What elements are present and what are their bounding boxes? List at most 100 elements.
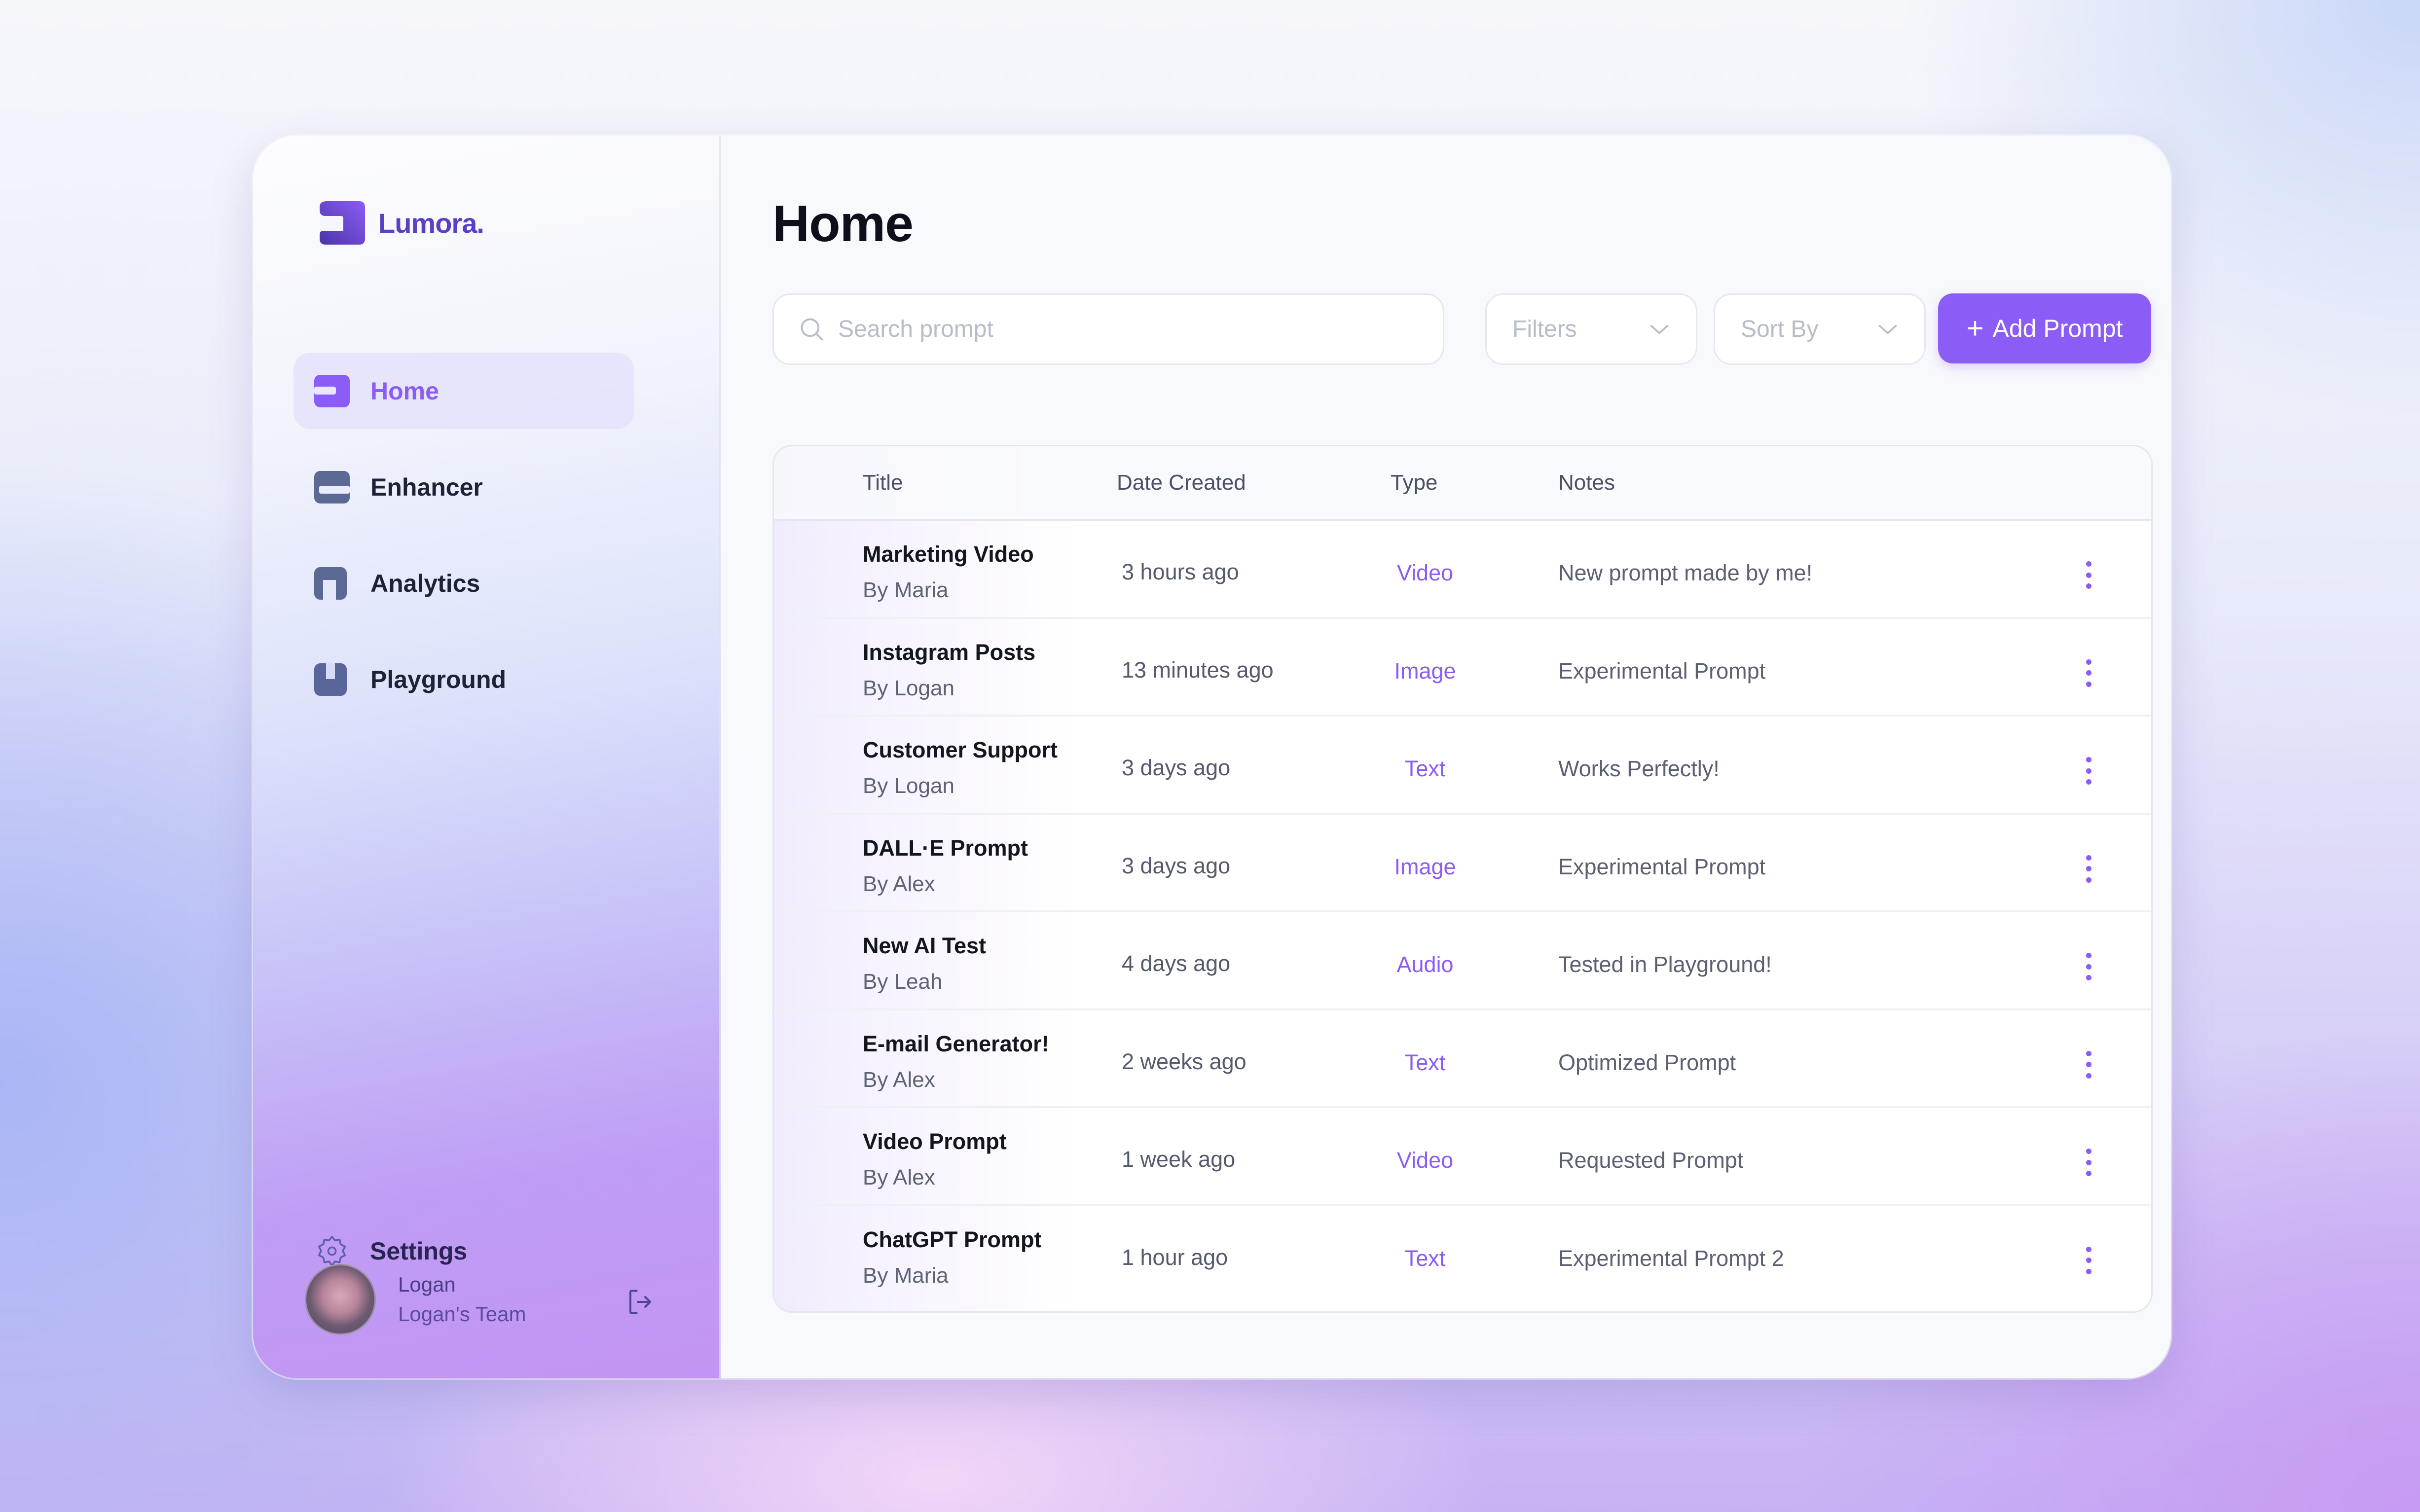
chevron-down-icon <box>1650 324 1669 334</box>
prompt-type: Video <box>1396 560 1454 585</box>
sort-dropdown[interactable]: Sort By <box>1714 293 1926 365</box>
prompt-notes: Experimental Prompt <box>1558 658 1766 684</box>
page-title: Home <box>772 195 914 252</box>
prompt-type: Text <box>1404 756 1446 781</box>
sidebar: Lumora. Home Enhancer Analytics Playgrou… <box>253 136 721 1378</box>
more-options-icon[interactable] <box>2084 1246 2093 1274</box>
prompt-author: By Leah <box>863 970 943 994</box>
table-row[interactable]: Instagram Posts By Logan 13 minutes ago … <box>774 619 2151 717</box>
sidebar-item-home[interactable]: Home <box>293 353 634 429</box>
prompts-table: Title Date Created Type Notes Marketing … <box>772 445 2153 1313</box>
brand-name: Lumora. <box>378 207 484 239</box>
prompt-type: Text <box>1404 1049 1446 1075</box>
table-row[interactable]: DALL·E Prompt By Alex 3 days ago Image E… <box>774 815 2151 912</box>
filters-label: Filters <box>1512 316 1577 342</box>
filters-dropdown[interactable]: Filters <box>1485 293 1697 365</box>
table-body: Marketing Video By Maria 3 hours ago Vid… <box>774 521 2151 1302</box>
prompt-type: Video <box>1396 1148 1454 1173</box>
column-header-type[interactable]: Type <box>1391 470 1437 495</box>
date-created: 13 minutes ago <box>1122 657 1274 683</box>
table-header: Title Date Created Type Notes <box>774 446 2151 521</box>
prompt-type: Image <box>1394 854 1456 879</box>
chevron-down-icon <box>1878 324 1897 334</box>
playground-icon <box>314 663 347 696</box>
prompt-title: New AI Test <box>863 933 987 958</box>
logo[interactable]: Lumora. <box>320 201 484 245</box>
prompt-author: By Logan <box>863 676 954 700</box>
title-cell: E-mail Generator! By Alex <box>863 1031 1049 1092</box>
analytics-icon <box>314 567 347 600</box>
prompt-author: By Logan <box>863 774 954 798</box>
title-cell: Instagram Posts By Logan <box>863 640 1035 701</box>
column-header-notes[interactable]: Notes <box>1558 470 1615 495</box>
date-created: 3 days ago <box>1122 755 1231 780</box>
prompt-title: DALL·E Prompt <box>863 835 1028 861</box>
table-row[interactable]: E-mail Generator! By Alex 2 weeks ago Te… <box>774 1010 2151 1108</box>
date-created: 1 hour ago <box>1122 1244 1228 1270</box>
prompt-author: By Maria <box>863 578 949 602</box>
more-options-icon[interactable] <box>2084 855 2093 883</box>
prompt-author: By Alex <box>863 1067 935 1092</box>
date-created: 1 week ago <box>1122 1147 1236 1172</box>
enhancer-icon <box>314 470 350 504</box>
date-created: 2 weeks ago <box>1122 1048 1247 1074</box>
lumora-logo-icon <box>320 201 365 245</box>
table-row[interactable]: Marketing Video By Maria 3 hours ago Vid… <box>774 521 2151 619</box>
prompt-author: By Alex <box>863 871 935 896</box>
prompt-notes: Requested Prompt <box>1558 1148 1744 1173</box>
title-cell: Customer Support By Logan <box>863 737 1058 798</box>
sidebar-item-label: Enhancer <box>370 473 483 501</box>
title-cell: DALL·E Prompt By Alex <box>863 835 1028 897</box>
user-team: Logan's Team <box>398 1302 526 1326</box>
prompt-type: Audio <box>1396 952 1454 977</box>
date-created: 3 hours ago <box>1122 559 1239 584</box>
prompt-title: Customer Support <box>863 737 1058 762</box>
more-options-icon[interactable] <box>2084 757 2093 785</box>
search-input[interactable]: Search prompt <box>772 293 1444 365</box>
prompt-author: By Alex <box>863 1165 935 1189</box>
title-cell: Marketing Video By Maria <box>863 541 1034 603</box>
settings-label: Settings <box>370 1237 468 1265</box>
prompt-notes: Works Perfectly! <box>1558 756 1720 781</box>
prompt-title: Video Prompt <box>863 1129 1007 1154</box>
sidebar-item-playground[interactable]: Playground <box>293 641 634 718</box>
prompt-notes: Optimized Prompt <box>1558 1049 1736 1075</box>
user-name: Logan <box>398 1273 456 1296</box>
table-row[interactable]: New AI Test By Leah 4 days ago Audio Tes… <box>774 912 2151 1010</box>
search-placeholder: Search prompt <box>838 316 993 342</box>
sidebar-item-analytics[interactable]: Analytics <box>293 545 634 621</box>
column-header-title[interactable]: Title <box>863 470 903 495</box>
column-header-date[interactable]: Date Created <box>1117 470 1246 495</box>
prompt-type: Image <box>1394 658 1456 684</box>
table-row[interactable]: ChatGPT Prompt By Maria 1 hour ago Text … <box>774 1206 2151 1302</box>
add-prompt-button[interactable]: + Add Prompt <box>1938 293 2151 363</box>
prompt-notes: New prompt made by me! <box>1558 560 1813 585</box>
main-content: Home Search prompt Filters Sort By + Add… <box>721 136 2171 1378</box>
sidebar-item-enhancer[interactable]: Enhancer <box>293 449 634 525</box>
home-icon <box>314 374 350 407</box>
more-options-icon[interactable] <box>2084 659 2093 687</box>
title-cell: New AI Test By Leah <box>863 933 986 994</box>
more-options-icon[interactable] <box>2084 1149 2093 1176</box>
search-icon <box>801 318 823 340</box>
logout-icon[interactable] <box>625 1287 655 1317</box>
prompt-author: By Maria <box>863 1263 949 1288</box>
sort-label: Sort By <box>1741 316 1819 342</box>
avatar[interactable] <box>305 1264 376 1335</box>
sidebar-item-label: Analytics <box>370 569 480 597</box>
prompt-notes: Tested in Playground! <box>1558 952 1772 977</box>
more-options-icon[interactable] <box>2084 1050 2093 1079</box>
user-profile[interactable]: Logan Logan's Team <box>305 1264 690 1335</box>
prompt-title: Marketing Video <box>863 541 1034 567</box>
date-created: 3 days ago <box>1122 853 1231 878</box>
sidebar-item-label: Playground <box>370 665 507 693</box>
app-window: Lumora. Home Enhancer Analytics Playgrou… <box>253 136 2171 1378</box>
add-prompt-label: Add Prompt <box>1992 315 2123 342</box>
plus-icon: + <box>1966 312 1984 345</box>
table-row[interactable]: Video Prompt By Alex 1 week ago Video Re… <box>774 1108 2151 1206</box>
table-row[interactable]: Customer Support By Logan 3 days ago Tex… <box>774 717 2151 815</box>
prompt-title: Instagram Posts <box>863 639 1036 665</box>
prompt-title: E-mail Generator! <box>863 1031 1049 1056</box>
more-options-icon[interactable] <box>2084 953 2093 980</box>
more-options-icon[interactable] <box>2084 561 2093 589</box>
